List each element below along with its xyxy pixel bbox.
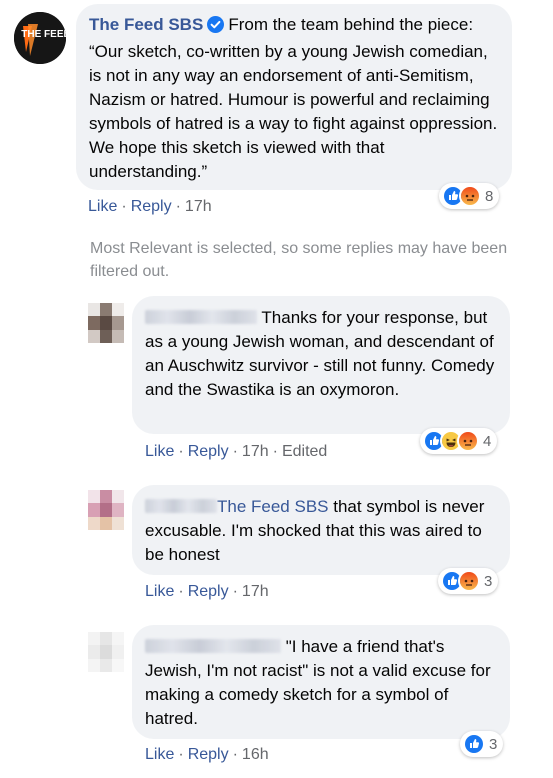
reply-timestamp[interactable]: 16h bbox=[242, 746, 269, 763]
filter-notice: Most Relevant is selected, so some repli… bbox=[90, 237, 530, 283]
reply-body: "I have a friend that's Jewish, I'm not … bbox=[145, 635, 497, 731]
verified-badge-icon bbox=[207, 16, 225, 40]
like-button[interactable]: Like bbox=[88, 198, 117, 215]
separator: · bbox=[178, 583, 184, 600]
comment-body: The Feed SBS From the team behind the pie… bbox=[89, 13, 499, 184]
comment-timestamp[interactable]: 17h bbox=[185, 198, 212, 215]
author-avatar[interactable]: THE FEED bbox=[14, 12, 66, 64]
reaction-summary[interactable]: 8 bbox=[439, 183, 500, 209]
separator: · bbox=[178, 746, 184, 763]
blurred-author-name[interactable] bbox=[145, 499, 217, 513]
angry-reaction-icon bbox=[458, 570, 480, 592]
reply-bubble: Thanks for your response, but as a young… bbox=[132, 296, 510, 434]
reaction-summary[interactable]: 3 bbox=[438, 568, 499, 594]
reply-avatar[interactable] bbox=[88, 490, 124, 530]
like-button[interactable]: Like bbox=[145, 443, 174, 460]
like-button[interactable]: Like bbox=[145, 583, 174, 600]
angry-reaction-icon bbox=[457, 430, 479, 452]
reply-button[interactable]: Reply bbox=[188, 746, 229, 763]
logo-text: THE FEED bbox=[21, 29, 66, 40]
reaction-summary[interactable]: 4 bbox=[420, 428, 498, 454]
reply-body: Thanks for your response, but as a young… bbox=[145, 306, 497, 402]
comment-text: From the team behind the piece: “Our ske… bbox=[89, 15, 498, 181]
separator: · bbox=[232, 443, 238, 460]
reply-actions: Like · Reply · 16h bbox=[145, 746, 269, 764]
reaction-count: 4 bbox=[483, 432, 492, 450]
reply-avatar[interactable] bbox=[88, 632, 124, 672]
the-feed-logo: THE FEED bbox=[14, 12, 66, 64]
reply-body: The Feed SBS that symbol is never excusa… bbox=[145, 495, 497, 567]
blurred-author-name[interactable] bbox=[145, 310, 257, 324]
reply-bubble: "I have a friend that's Jewish, I'm not … bbox=[132, 625, 510, 739]
mention-link[interactable]: The Feed SBS bbox=[217, 497, 329, 516]
reply-button[interactable]: Reply bbox=[188, 583, 229, 600]
blurred-author-name[interactable] bbox=[145, 639, 281, 653]
separator: · bbox=[272, 443, 278, 460]
reply-actions: Like · Reply · 17h · Edited bbox=[145, 443, 327, 461]
edited-label[interactable]: Edited bbox=[282, 443, 327, 460]
reaction-count: 3 bbox=[489, 735, 498, 753]
reply-timestamp[interactable]: 17h bbox=[242, 583, 269, 600]
separator: · bbox=[178, 443, 184, 460]
angry-reaction-icon bbox=[459, 185, 481, 207]
reply-actions: Like · Reply · 17h bbox=[145, 583, 269, 601]
reply-avatar[interactable] bbox=[88, 303, 124, 343]
separator: · bbox=[175, 198, 181, 215]
reaction-count: 3 bbox=[484, 572, 493, 590]
reply-bubble: The Feed SBS that symbol is never excusa… bbox=[132, 485, 510, 575]
like-reaction-icon bbox=[463, 733, 485, 755]
filter-notice-text: Most Relevant is selected, so some repli… bbox=[90, 240, 508, 280]
reply-button[interactable]: Reply bbox=[131, 198, 172, 215]
separator: · bbox=[121, 198, 127, 215]
reaction-count: 8 bbox=[485, 187, 494, 205]
comment-actions: Like · Reply · 17h bbox=[88, 198, 212, 216]
comment-author[interactable]: The Feed SBS bbox=[89, 15, 203, 34]
separator: · bbox=[232, 583, 238, 600]
reply-timestamp[interactable]: 17h bbox=[242, 443, 269, 460]
reply-button[interactable]: Reply bbox=[188, 443, 229, 460]
comment-bubble: The Feed SBS From the team behind the pie… bbox=[76, 4, 512, 190]
like-button[interactable]: Like bbox=[145, 746, 174, 763]
separator: · bbox=[232, 746, 238, 763]
reaction-summary[interactable]: 3 bbox=[460, 731, 504, 757]
